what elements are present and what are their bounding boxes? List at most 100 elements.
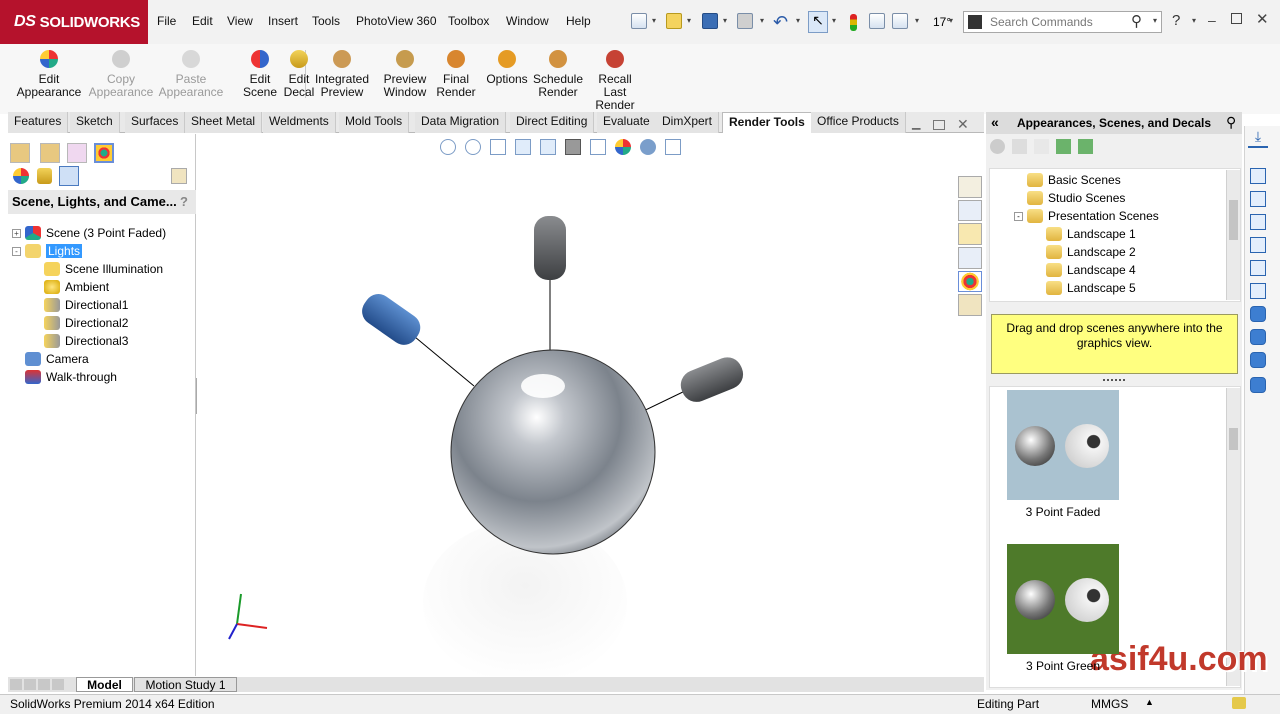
scene-thumbnail-3-point-faded[interactable]	[1007, 390, 1119, 500]
scene-lights-cameras-icon[interactable]	[59, 166, 79, 186]
chevron-down-icon[interactable]: ▾	[687, 16, 691, 25]
view-palette-tab-icon[interactable]	[958, 247, 982, 269]
display-pane-icon[interactable]	[171, 168, 187, 184]
search-icon[interactable]: ⚲	[1131, 12, 1142, 30]
standard-view-icon[interactable]	[1250, 214, 1266, 230]
section-view-icon[interactable]	[515, 139, 531, 155]
add-icon[interactable]	[1078, 139, 1093, 154]
property-manager-tab-icon[interactable]	[40, 143, 60, 163]
splitter-handle[interactable]	[1103, 379, 1125, 384]
download-icon[interactable]: ⤓	[1248, 128, 1268, 148]
feature-tree-tab-icon[interactable]	[10, 143, 30, 163]
toolbar-button-copy-appearance[interactable]: Copy Appearance	[89, 50, 153, 99]
collapse-icon[interactable]: -	[1014, 212, 1023, 221]
undo-icon[interactable]: ↶	[773, 12, 788, 33]
chevron-down-icon[interactable]: ▾	[652, 16, 656, 25]
forward-icon[interactable]	[1012, 139, 1027, 154]
restore-document-icon[interactable]	[933, 120, 945, 130]
thumbnail-scroll-thumb[interactable]	[1229, 428, 1238, 450]
select-arrow-icon[interactable]: ↖	[808, 11, 828, 33]
scene-folder-landscape-5[interactable]: Landscape 5	[1046, 279, 1136, 297]
chevron-down-icon[interactable]: ▾	[1153, 16, 1157, 25]
file-properties-icon[interactable]	[869, 13, 885, 29]
tab-direct-editing[interactable]: Direct Editing	[510, 112, 595, 133]
rebuild-traffic-light-icon[interactable]	[850, 14, 857, 31]
scene-thumbnail-3-point-green[interactable]	[1007, 544, 1119, 654]
configuration-tab-icon[interactable]	[67, 143, 87, 163]
display-style-icon[interactable]	[565, 139, 581, 155]
chevron-down-icon[interactable]: ▾	[760, 16, 764, 25]
tab-render-tools[interactable]: Render Tools	[722, 112, 812, 133]
chevron-down-icon[interactable]: ▾	[796, 16, 800, 25]
view-cube-icon[interactable]	[1250, 306, 1266, 322]
pin-icon[interactable]: ⚲	[1226, 114, 1236, 131]
display-manager-tab-icon[interactable]	[94, 143, 114, 163]
menu-item-toolbox[interactable]: Toolbox	[448, 14, 489, 28]
bottom-tab-motion-study-1[interactable]: Motion Study 1	[134, 677, 237, 692]
scene-folder-studio-scenes[interactable]: Studio Scenes	[1027, 189, 1125, 207]
menu-item-insert[interactable]: Insert	[268, 14, 298, 28]
edit-appearance-icon[interactable]	[615, 139, 631, 155]
expand-icon[interactable]: +	[12, 228, 21, 238]
back-icon[interactable]	[990, 139, 1005, 154]
tab-surfaces[interactable]: Surfaces	[125, 112, 186, 133]
minimize-icon[interactable]: –	[1208, 12, 1216, 28]
tree-item-directional3[interactable]: Directional3	[44, 332, 128, 350]
new-document-icon[interactable]	[631, 13, 647, 29]
view-cube-icon[interactable]	[1250, 352, 1266, 368]
tab-sketch[interactable]: Sketch	[70, 112, 120, 133]
refresh-icon[interactable]	[1056, 139, 1071, 154]
tooltip-icon[interactable]	[1232, 697, 1246, 709]
tree-item-camera[interactable]: Camera	[12, 350, 89, 368]
appearances-scenes-tab-icon[interactable]	[958, 270, 982, 293]
minimize-document-icon[interactable]: ▁	[912, 117, 920, 130]
menu-item-photoview-360[interactable]: PhotoView 360	[356, 14, 437, 28]
toolbar-button-recall-render[interactable]: Recall Last Render	[583, 50, 647, 112]
apply-scene-icon[interactable]	[640, 139, 656, 155]
help-icon[interactable]: ?	[1172, 12, 1180, 29]
directional-light-top[interactable]	[534, 216, 566, 280]
tree-item-lights[interactable]: - Lights	[12, 242, 83, 260]
tab-office-products[interactable]: Office Products	[811, 112, 906, 133]
scroll-first-icon[interactable]	[10, 679, 22, 690]
menu-item-view[interactable]: View	[227, 14, 253, 28]
tab-features[interactable]: Features	[8, 112, 69, 133]
chevron-down-icon[interactable]: ▾	[949, 16, 953, 25]
view-orientation-icon[interactable]	[540, 139, 556, 155]
hide-show-items-icon[interactable]	[590, 139, 606, 155]
design-library-tab-icon[interactable]	[958, 199, 982, 222]
tree-item-directional1[interactable]: Directional1	[44, 296, 128, 314]
directional-light-blue[interactable]	[357, 289, 426, 351]
scene-folder-basic-scenes[interactable]: Basic Scenes	[1027, 171, 1121, 189]
standard-view-icon[interactable]	[1250, 237, 1266, 253]
close-icon[interactable]: ✕	[1256, 10, 1269, 28]
status-units[interactable]: MMGS	[1091, 697, 1128, 711]
tab-weldments[interactable]: Weldments	[263, 112, 336, 133]
view-cube-icon[interactable]	[1250, 329, 1266, 345]
collapse-icon[interactable]: -	[12, 246, 21, 256]
collapse-task-pane-icon[interactable]: «	[991, 114, 999, 130]
chevron-down-icon[interactable]: ▾	[832, 16, 836, 25]
toolbar-button-schedule-render[interactable]: Schedule Render	[526, 50, 590, 99]
tab-data-migration[interactable]: Data Migration	[415, 112, 507, 133]
scene-folder-presentation-scenes[interactable]: Presentation Scenes	[1027, 207, 1159, 225]
scroll-last-icon[interactable]	[52, 679, 64, 690]
up-folder-icon[interactable]	[1034, 139, 1049, 154]
menu-item-window[interactable]: Window	[506, 14, 549, 28]
menu-item-edit[interactable]: Edit	[192, 14, 213, 28]
directional-light-right[interactable]	[676, 353, 747, 407]
scene-folder-landscape-1[interactable]: Landscape 1	[1046, 225, 1136, 243]
tab-evaluate[interactable]: Evaluate	[597, 112, 657, 133]
chevron-down-icon[interactable]: ▾	[915, 16, 919, 25]
toolbar-button-appearance[interactable]: Edit Appearance	[17, 50, 81, 99]
zoom-to-area-icon[interactable]	[465, 139, 481, 155]
units-menu-icon[interactable]: ▲	[1145, 697, 1154, 707]
previous-view-icon[interactable]	[490, 139, 506, 155]
tree-item-walk-through[interactable]: Walk-through	[12, 368, 117, 386]
tree-item-scene-illumination[interactable]: Scene Illumination	[44, 260, 163, 278]
tab-sheet-metal[interactable]: Sheet Metal	[185, 112, 263, 133]
help-icon[interactable]: ?	[180, 194, 188, 209]
scene-folder-landscape-2[interactable]: Landscape 2	[1046, 243, 1136, 261]
scroll-next-icon[interactable]	[38, 679, 50, 690]
chevron-down-icon[interactable]: ▾	[1192, 16, 1196, 25]
